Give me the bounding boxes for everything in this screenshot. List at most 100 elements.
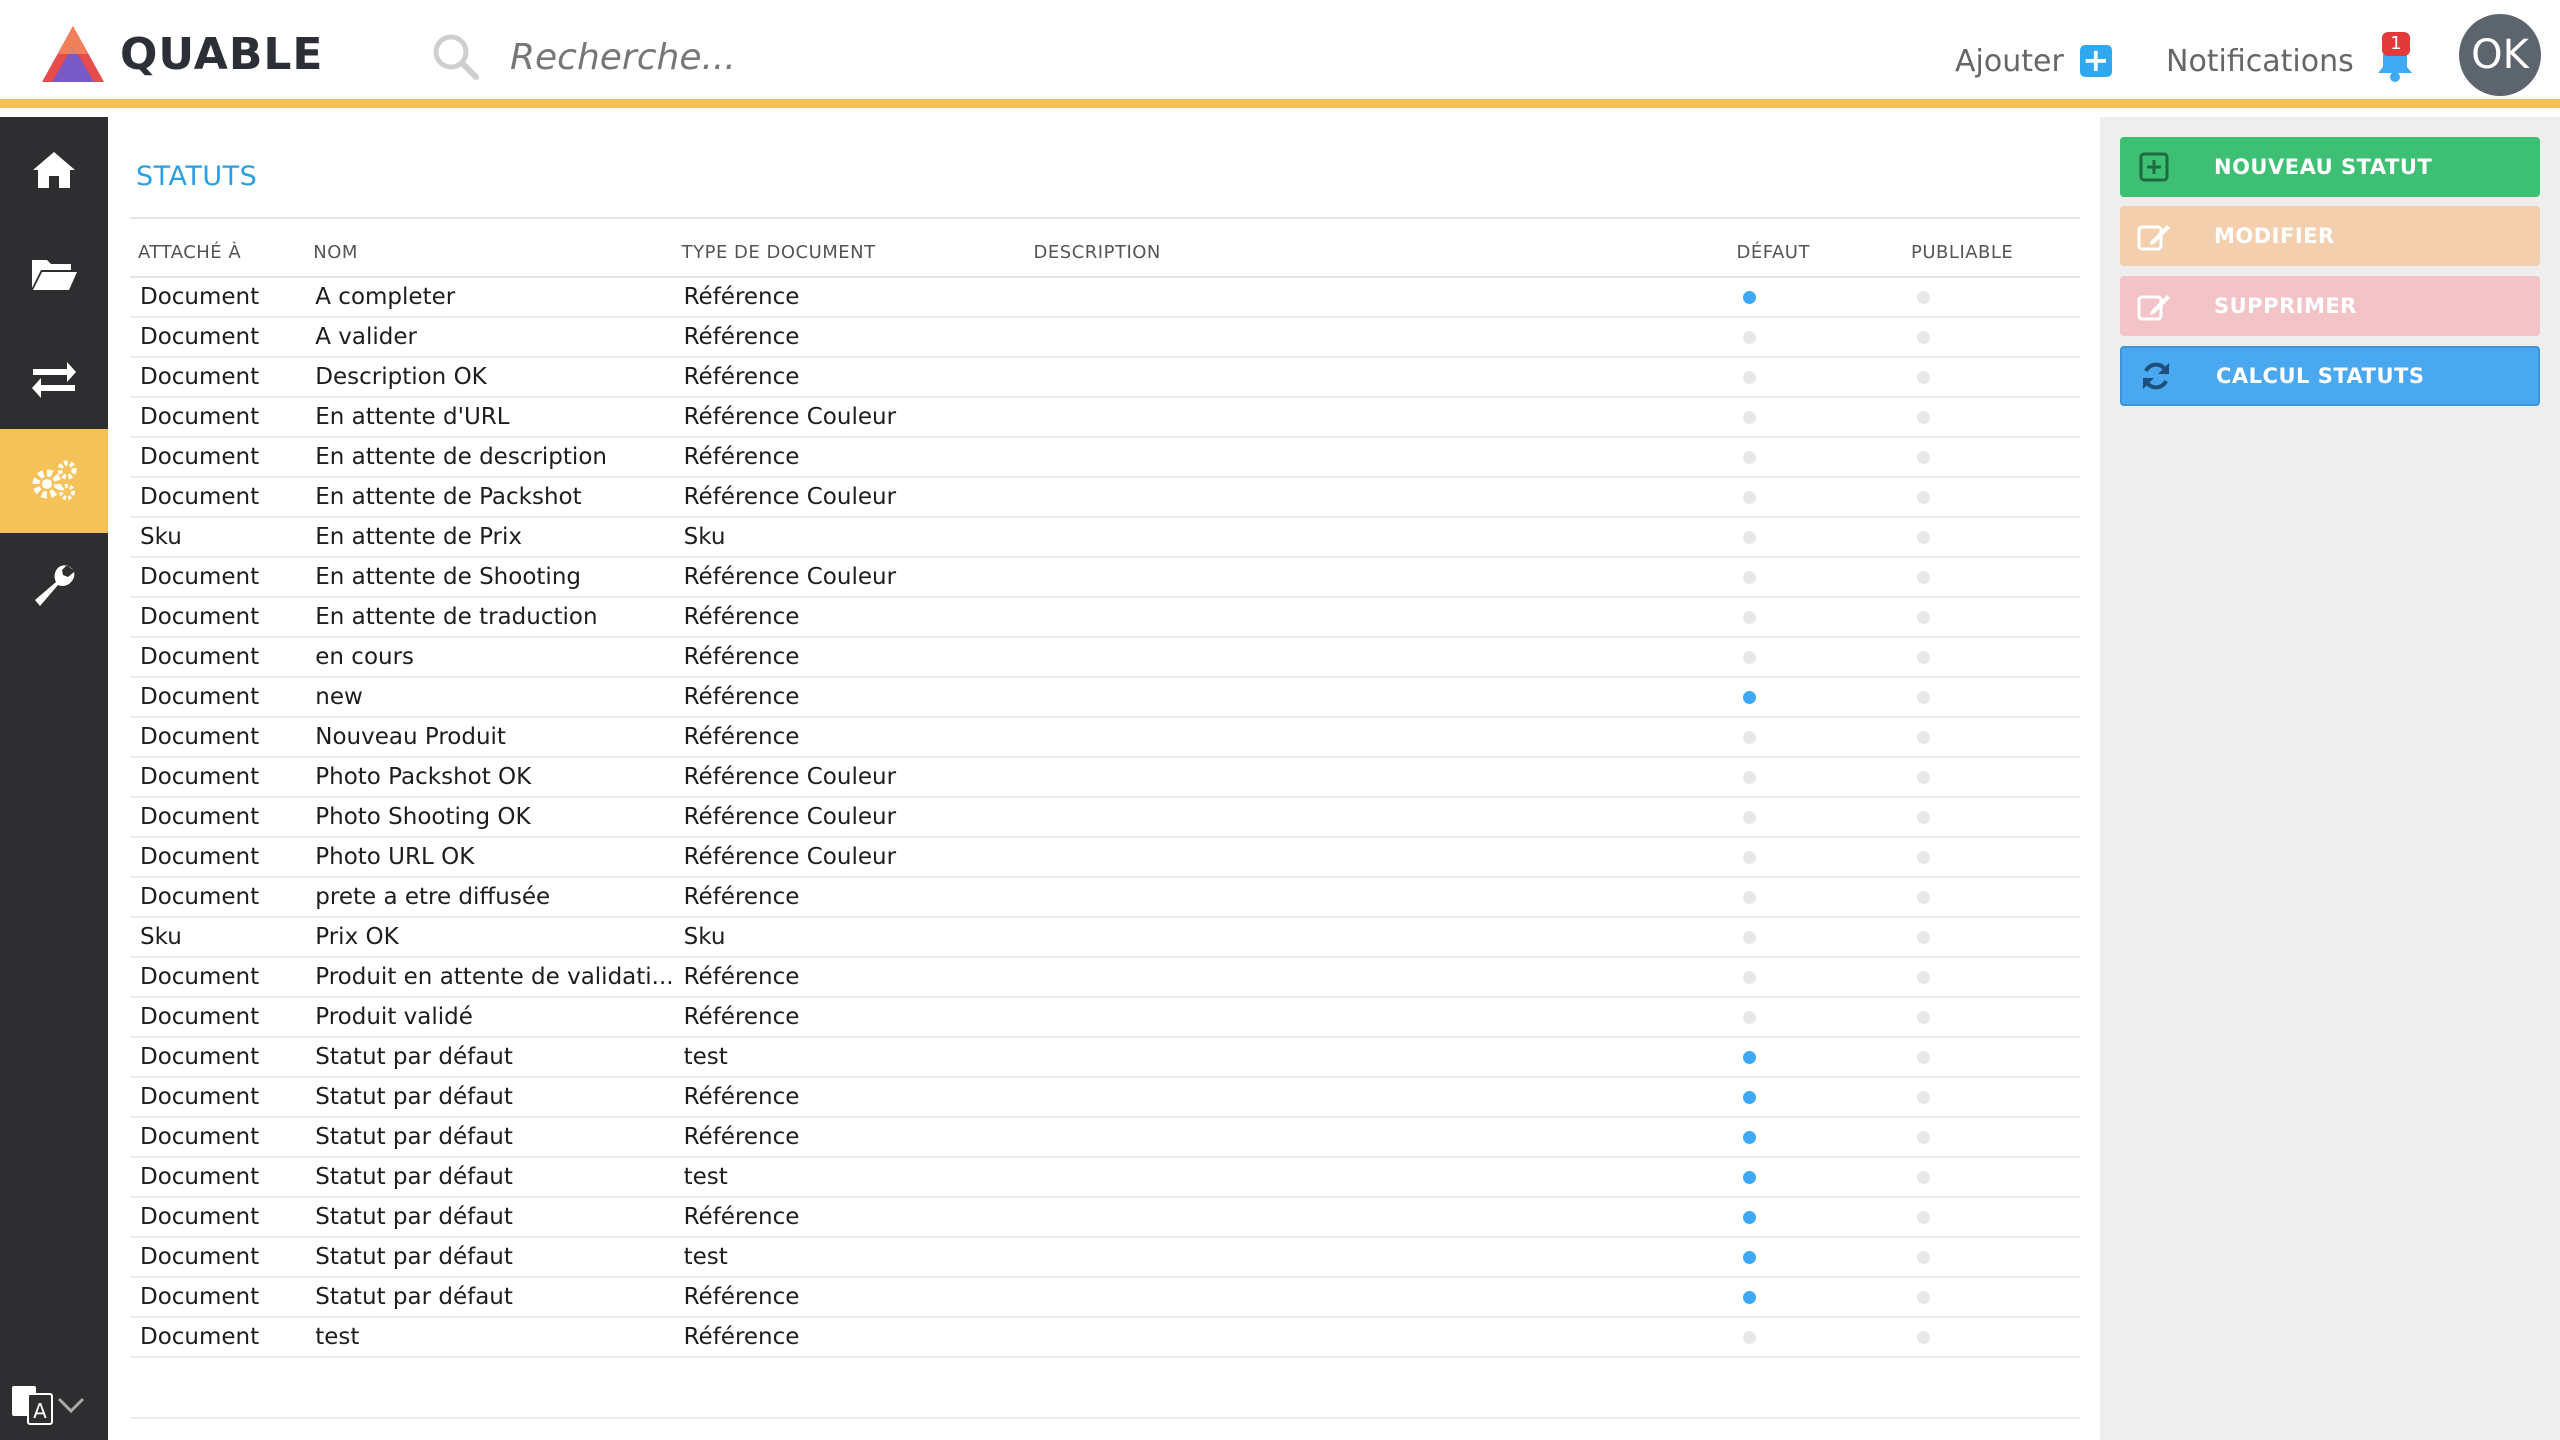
folder-open-icon — [32, 260, 77, 290]
defaut-indicator — [1742, 1091, 1756, 1104]
publiable-indicator — [1917, 1051, 1931, 1064]
cell-attache: Document — [130, 317, 306, 358]
cell-defaut — [1728, 597, 1904, 638]
cell-description — [1025, 837, 1729, 878]
publiable-indicator — [1917, 571, 1931, 584]
sidebar-item-settings[interactable] — [0, 429, 108, 533]
table-row[interactable]: Document new Référence — [130, 677, 2080, 718]
defaut-indicator — [1742, 651, 1756, 664]
cell-publiable — [1903, 677, 2080, 718]
cell-type: Référence — [673, 637, 1026, 678]
cell-attache: Document — [130, 1197, 306, 1238]
cell-attache: Document — [130, 997, 306, 1038]
quable-logo[interactable]: QUABLE — [40, 22, 330, 86]
cell-publiable — [1903, 437, 2080, 478]
cell-nom: Nouveau Produit — [305, 717, 674, 758]
language-switcher[interactable]: A — [10, 1377, 100, 1433]
table-row[interactable]: Document En attente de description Référen… — [130, 437, 2080, 478]
notifications-label: Notifications — [2166, 43, 2354, 79]
cell-attache: Document — [130, 1237, 306, 1278]
cell-description — [1025, 1077, 1729, 1118]
table-row[interactable]: Document A valider Référence — [130, 317, 2080, 358]
cell-description — [1025, 717, 1729, 758]
edit-icon — [2134, 286, 2174, 326]
publiable-indicator — [1917, 1131, 1931, 1144]
cell-defaut — [1728, 637, 1904, 678]
table-row[interactable]: Document Statut par défaut test — [130, 1237, 2080, 1278]
column-header-defaut[interactable]: DÉFAUT — [1728, 229, 1904, 278]
cell-attache: Document — [130, 717, 306, 758]
cell-publiable — [1903, 1077, 2080, 1118]
table-row[interactable]: Document Statut par défaut Référence — [130, 1117, 2080, 1158]
notifications-button[interactable]: Notifications — [2166, 36, 2416, 86]
table-row[interactable]: Sku Prix OK Sku — [130, 917, 2080, 958]
cell-nom: new — [305, 677, 674, 718]
cell-type: Référence — [673, 317, 1026, 358]
table-row[interactable]: Document Statut par défaut Référence — [130, 1077, 2080, 1118]
defaut-indicator — [1742, 1171, 1756, 1184]
cell-description — [1025, 1277, 1729, 1318]
cell-description — [1025, 557, 1729, 598]
defaut-indicator — [1742, 611, 1756, 624]
calculate-statuses-button[interactable]: CALCUL STATUTS — [2120, 346, 2540, 406]
cell-type: Référence — [673, 957, 1026, 998]
edit-button[interactable]: MODIFIER — [2120, 206, 2540, 266]
table-row[interactable]: Document test Référence — [130, 1317, 2080, 1358]
table-row[interactable]: Document Photo Packshot OK Référence Coule… — [130, 757, 2080, 798]
column-header-attache[interactable]: ATTACHÉ À — [130, 229, 306, 278]
column-header-nom[interactable]: NOM — [305, 229, 674, 278]
table-row[interactable]: Document En attente de traduction Référenc… — [130, 597, 2080, 638]
quable-logo-icon — [42, 26, 104, 82]
table-row[interactable]: Document Photo Shooting OK Référence Coule… — [130, 797, 2080, 838]
table-row[interactable]: Document Statut par défaut Référence — [130, 1197, 2080, 1238]
search-input[interactable] — [510, 29, 970, 85]
sidebar-item-tools[interactable] — [0, 533, 108, 637]
cell-type: Sku — [673, 917, 1026, 958]
delete-button[interactable]: SUPPRIMER — [2120, 276, 2540, 336]
column-header-publiable[interactable]: PUBLIABLE — [1903, 229, 2080, 278]
defaut-indicator — [1742, 931, 1756, 944]
table-body: Document A completer Référence Document A va… — [130, 277, 2080, 1358]
table-row[interactable]: Document Description OK Référence — [130, 357, 2080, 398]
add-button[interactable]: Ajouter + — [1955, 36, 2112, 86]
table-row[interactable]: Document Produit en attente de validati..… — [130, 957, 2080, 998]
table-row[interactable]: Document En attente de Shooting Référence … — [130, 557, 2080, 598]
cell-defaut — [1728, 797, 1904, 838]
user-avatar[interactable]: OK — [2459, 14, 2541, 96]
table-row[interactable]: Document Photo URL OK Référence Couleur — [130, 837, 2080, 878]
cell-description — [1025, 1197, 1729, 1238]
sidebar-item-imports[interactable] — [0, 325, 108, 429]
cell-defaut — [1728, 837, 1904, 878]
search-icon[interactable] — [430, 31, 482, 83]
wrench-icon — [35, 565, 75, 606]
table-row[interactable]: Sku En attente de Prix Sku — [130, 517, 2080, 558]
table-row[interactable]: Document prete a etre diffusée Référence — [130, 877, 2080, 918]
table-row[interactable]: Document Statut par défaut test — [130, 1157, 2080, 1198]
publiable-indicator — [1917, 371, 1931, 384]
sidebar-item-home[interactable] — [0, 117, 108, 221]
new-status-label: NOUVEAU STATUT — [2214, 155, 2433, 179]
cell-attache: Document — [130, 1077, 306, 1118]
main-content: STATUTS ATTACHÉ À NOM TYPE DE DOCUMENT D… — [108, 117, 2100, 1440]
table-row[interactable]: Document Statut par défaut Référence — [130, 1277, 2080, 1318]
table-row[interactable]: Document En attente de Packshot Référence … — [130, 477, 2080, 518]
cell-attache: Document — [130, 957, 306, 998]
sidebar-item-files[interactable] — [0, 221, 108, 325]
table-row[interactable]: Document A completer Référence — [130, 277, 2080, 318]
cell-publiable — [1903, 477, 2080, 518]
svg-text:A: A — [33, 1399, 47, 1423]
publiable-indicator — [1917, 491, 1931, 504]
column-header-description[interactable]: DESCRIPTION — [1025, 229, 1729, 278]
gears-icon — [32, 460, 77, 500]
publiable-indicator — [1917, 291, 1931, 304]
cell-description — [1025, 957, 1729, 998]
table-row[interactable]: Document Nouveau Produit Référence — [130, 717, 2080, 758]
table-row[interactable]: Document En attente d'URL Référence Couleu… — [130, 397, 2080, 438]
cell-defaut — [1728, 1197, 1904, 1238]
new-status-button[interactable]: NOUVEAU STATUT — [2120, 137, 2540, 197]
table-row[interactable]: Document en cours Référence — [130, 637, 2080, 678]
table-row[interactable]: Document Produit validé Référence — [130, 997, 2080, 1038]
table-row[interactable]: Document Statut par défaut test — [130, 1037, 2080, 1078]
column-header-type[interactable]: TYPE DE DOCUMENT — [673, 229, 1026, 278]
cell-type: Référence — [673, 277, 1026, 318]
